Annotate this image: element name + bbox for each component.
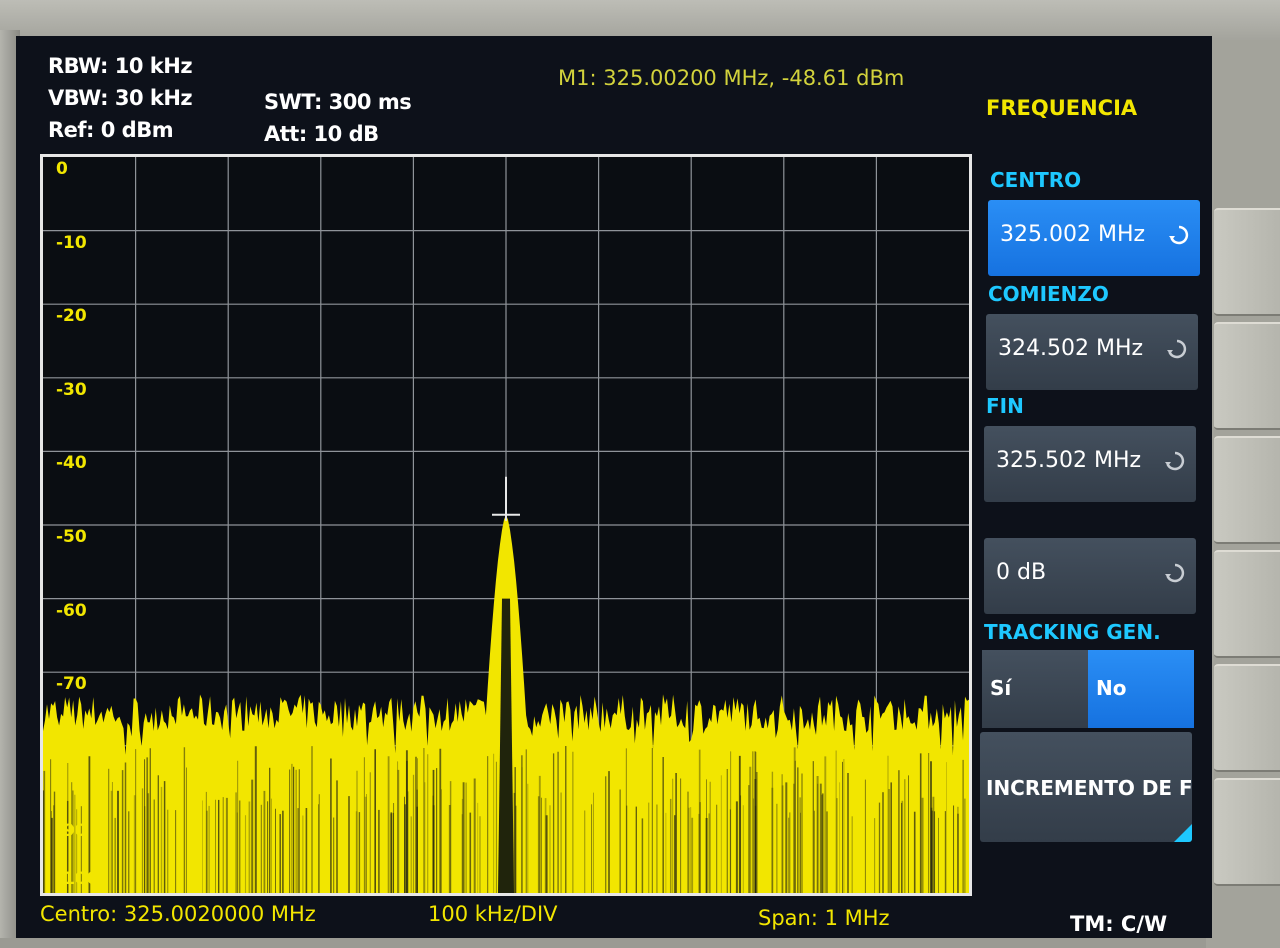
y-tick-label: -30 [56,379,87,400]
rotary-knob-icon [1165,563,1185,583]
y-tick-label: -60 [56,600,87,621]
tracking-generator-toggle[interactable]: Sí No [982,650,1194,728]
start-frequency-softkey[interactable]: 324.502 MHz [986,314,1198,390]
rotary-knob-icon [1169,225,1189,245]
span-footer: Span: 1 MHz [758,906,890,930]
start-label: COMIENZO [988,282,1109,306]
y-tick-label: -90 [56,821,87,842]
offset-value: 0 dB [996,560,1047,585]
attenuation-readout: Att: 10 dB [264,122,379,146]
y-tick-label: -80 [56,747,87,768]
rotary-knob-icon [1167,339,1187,359]
division-footer: 100 kHz/DIV [428,902,558,926]
hardware-softkey-6[interactable] [1214,778,1280,886]
hardware-softkey-1[interactable] [1214,208,1280,316]
tracking-option-no[interactable]: No [1088,650,1194,728]
tracking-option-si[interactable]: Sí [982,650,1088,728]
hardware-softkey-column [1206,40,1280,948]
menu-title: FREQUENCIA [986,96,1138,120]
y-tick-label: -40 [56,453,87,474]
spectrum-plot [40,154,972,896]
y-tick-label: -50 [56,527,87,547]
start-frequency-value: 324.502 MHz [998,336,1144,361]
hardware-softkey-2[interactable] [1214,322,1280,430]
device-bezel-bottom [0,938,1280,948]
hardware-softkey-3[interactable] [1214,436,1280,544]
marker-readout: M1: 325.00200 MHz, -48.61 dBm [558,66,905,90]
stop-frequency-value: 325.502 MHz [996,448,1142,473]
offset-softkey[interactable]: 0 dB [984,538,1196,614]
y-tick-label: -70 [56,674,87,695]
tracking-generator-label: TRACKING GEN. [984,620,1161,644]
hardware-softkey-4[interactable] [1214,550,1280,658]
submenu-corner-icon [1174,824,1192,842]
y-tick-label: -100 [56,869,99,889]
stop-label: FIN [986,394,1024,418]
frequency-step-label: INCREMENTO DE F [986,776,1192,800]
center-frequency-value: 325.002 MHz [1000,222,1146,247]
center-frequency-footer: Centro: 325.0020000 MHz [40,902,316,926]
frequency-step-softkey[interactable]: INCREMENTO DE F [980,732,1192,842]
trace-mode: TM: C/W [1070,912,1168,936]
center-label: CENTRO [990,168,1082,192]
sweep-time-readout: SWT: 300 ms [264,90,412,114]
y-tick-label: -10 [56,232,87,253]
vbw-readout: VBW: 30 kHz [48,86,193,110]
rbw-readout: RBW: 10 kHz [48,54,193,78]
hardware-softkey-5[interactable] [1214,664,1280,772]
y-tick-label: -20 [56,306,87,327]
ref-readout: Ref: 0 dBm [48,118,174,142]
stop-frequency-softkey[interactable]: 325.502 MHz [984,426,1196,502]
y-tick-label: 0 [56,159,68,179]
center-frequency-softkey[interactable]: 325.002 MHz [988,200,1200,276]
analyzer-screen: RBW: 10 kHz VBW: 30 kHz Ref: 0 dBm SWT: … [16,36,1212,938]
rotary-knob-icon [1165,451,1185,471]
spectrum-trace-svg [42,157,969,893]
